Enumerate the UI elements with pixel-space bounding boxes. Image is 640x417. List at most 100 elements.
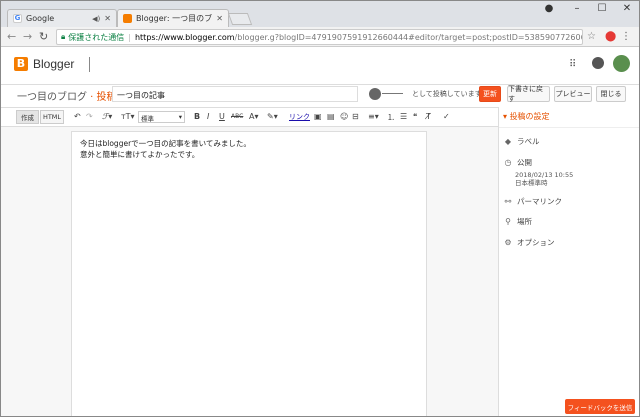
- close-tab-icon[interactable]: ✕: [216, 14, 223, 23]
- back-icon[interactable]: ←: [7, 30, 16, 43]
- blogger-favicon-icon: [123, 14, 132, 23]
- preview-button[interactable]: プレビュー: [554, 86, 592, 102]
- quote-icon[interactable]: ❝: [413, 112, 417, 121]
- body-line: 今日はbloggerで一つ目の記事を書いてみました。: [80, 139, 251, 148]
- post-settings-label: 投稿の設定: [509, 112, 550, 121]
- close-window-button[interactable]: ✕: [618, 3, 636, 14]
- blog-breadcrumb: 一つ目のブログ · 投稿: [17, 88, 117, 103]
- sidebar-item-options[interactable]: ⚙ オプション: [503, 237, 555, 248]
- author-name-redacted: ―――: [382, 89, 403, 97]
- numbered-list-icon[interactable]: ⒈: [387, 112, 395, 123]
- sidebar-item-label: ラベル: [517, 137, 540, 146]
- post-body-editor[interactable]: 今日はbloggerで一つ目の記事を書いてみました。 意外と簡単に書けてよかった…: [71, 131, 427, 416]
- tag-icon: ◆: [504, 137, 512, 146]
- chevron-down-icon: ▾: [178, 113, 182, 121]
- gear-icon: ⚙: [504, 238, 512, 247]
- video-icon[interactable]: ▤: [327, 112, 335, 121]
- posting-as-text: として投稿しています: [412, 90, 482, 98]
- highlight-icon[interactable]: ✎▾: [267, 112, 278, 121]
- sidebar-item-published[interactable]: ◷ 公開: [503, 157, 533, 168]
- minimize-button[interactable]: –: [568, 3, 586, 14]
- post-title-input[interactable]: 一つ目の記事: [112, 86, 358, 102]
- close-tab-icon[interactable]: ✕: [104, 14, 111, 23]
- published-timezone: 日本標準時: [515, 179, 548, 187]
- sidebar-item-label: パーマリンク: [517, 197, 562, 206]
- sidebar-item-labels[interactable]: ◆ ラベル: [503, 136, 540, 147]
- sidebar-item-label: 場所: [517, 217, 532, 226]
- font-size-icon[interactable]: ᴛT▾: [121, 112, 135, 121]
- browser-window: G Google ◀) ✕ Blogger: 一つ目のブログ - 投稿 ✕ ● …: [0, 0, 640, 417]
- font-family-icon[interactable]: ℱ▾: [102, 112, 112, 121]
- google-favicon-icon: G: [13, 14, 22, 23]
- post-title-row: 一つ目のブログ · 投稿 一つ目の記事 ――― として投稿しています 更新 下書…: [1, 85, 639, 107]
- divider: |: [128, 32, 131, 42]
- star-icon[interactable]: ☆: [587, 31, 596, 42]
- html-mode-button[interactable]: HTML: [40, 110, 64, 124]
- bold-icon[interactable]: B: [194, 112, 200, 121]
- compose-mode-button[interactable]: 作成: [16, 110, 39, 124]
- tab-title: Blogger: 一つ目のブログ - 投稿: [136, 14, 213, 23]
- reload-icon[interactable]: ↻: [39, 30, 48, 43]
- avatar[interactable]: [613, 55, 630, 72]
- url-host: https://www.blogger.com: [134, 32, 235, 42]
- undo-icon[interactable]: ↶: [74, 112, 81, 121]
- link-icon: ⚯: [504, 197, 512, 206]
- forward-icon[interactable]: →: [23, 30, 32, 43]
- image-icon[interactable]: ▣: [314, 112, 322, 121]
- format-select-value: 標準: [141, 115, 154, 123]
- text-color-icon[interactable]: A▾: [249, 112, 259, 121]
- tab-google[interactable]: G Google ◀) ✕: [7, 9, 117, 27]
- strikethrough-icon[interactable]: ABC: [231, 113, 243, 120]
- sidebar-item-label: 公開: [517, 158, 532, 167]
- bulleted-list-icon[interactable]: ☰: [400, 112, 407, 121]
- body-line: 意外と簡単に書けてよかったです。: [80, 150, 200, 159]
- emoji-icon[interactable]: ☺: [340, 112, 348, 121]
- revert-to-draft-button[interactable]: 下書きに戻す: [507, 85, 550, 103]
- new-tab-button[interactable]: [227, 13, 253, 25]
- format-select[interactable]: 標準 ▾: [138, 111, 185, 123]
- browser-toolbar: ← → ↻ 🔒︎ 保護された通信 | https://www.blogger.c…: [1, 27, 639, 47]
- link-button[interactable]: リンク: [289, 112, 310, 122]
- divider: [89, 57, 90, 72]
- editor-toolbar: 作成 HTML ↶ ↷ ℱ▾ ᴛT▾ 標準 ▾ B I U ABC A▾ ✎▾ リ…: [1, 107, 498, 127]
- publish-button[interactable]: 更新: [479, 86, 501, 102]
- profile-icon[interactable]: ●: [540, 3, 558, 14]
- lock-icon: 🔒︎: [61, 32, 66, 41]
- apps-grid-icon[interactable]: ⠿: [569, 59, 576, 70]
- align-icon[interactable]: ≡▾: [368, 112, 379, 121]
- underline-icon[interactable]: U: [219, 112, 225, 121]
- breadcrumb-separator: ·: [87, 92, 97, 103]
- location-pin-icon: ⚲: [505, 217, 511, 226]
- brand-name: Blogger: [33, 57, 75, 71]
- address-bar[interactable]: 🔒︎ 保護された通信 | https://www.blogger.com/blo…: [56, 29, 583, 45]
- spellcheck-icon[interactable]: ✓: [443, 112, 450, 121]
- sidebar-item-permalink[interactable]: ⚯ パーマリンク: [503, 196, 562, 207]
- extension-icon[interactable]: ⬤: [605, 31, 616, 42]
- maximize-button[interactable]: ☐: [593, 3, 611, 14]
- clear-formatting-icon[interactable]: T̸: [426, 112, 431, 121]
- tab-strip: G Google ◀) ✕ Blogger: 一つ目のブログ - 投稿 ✕ ● …: [1, 1, 639, 27]
- clock-icon: ◷: [504, 158, 512, 167]
- audio-icon[interactable]: ◀): [92, 15, 100, 23]
- secure-label: 保護された通信: [68, 32, 125, 42]
- published-date: 2018/02/13 10:55: [515, 171, 574, 179]
- sidebar-item-label: オプション: [517, 238, 555, 247]
- notifications-icon[interactable]: [592, 57, 604, 69]
- blogger-logo-icon[interactable]: B: [14, 57, 28, 71]
- menu-icon[interactable]: ⋮: [621, 31, 631, 42]
- url-text: https://www.blogger.com/blogger.g?blogID…: [134, 32, 582, 42]
- url-path: /blogger.g?blogID=4791907591912660444#ed…: [234, 32, 582, 42]
- post-settings-heading[interactable]: ▾ 投稿の設定: [503, 111, 550, 122]
- send-feedback-button[interactable]: フィードバックを送信: [565, 399, 635, 414]
- blog-name[interactable]: 一つ目のブログ: [17, 92, 87, 103]
- close-button[interactable]: 閉じる: [596, 86, 626, 102]
- tab-blogger[interactable]: Blogger: 一つ目のブログ - 投稿 ✕: [117, 9, 229, 27]
- italic-icon[interactable]: I: [207, 112, 209, 121]
- blogger-header: B Blogger ⠿: [1, 47, 639, 85]
- editor-area: 今日はbloggerで一つ目の記事を書いてみました。 意外と簡単に書けてよかった…: [1, 127, 498, 416]
- post-settings-sidebar: ▾ 投稿の設定 ◆ ラベル ◷ 公開 2018/02/13 10:55 日本標準時 …: [498, 107, 639, 416]
- sidebar-item-location[interactable]: ⚲ 場所: [503, 216, 532, 227]
- jump-break-icon[interactable]: ⊟: [352, 112, 359, 121]
- redo-icon[interactable]: ↷: [86, 112, 93, 121]
- author-avatar: [369, 88, 381, 100]
